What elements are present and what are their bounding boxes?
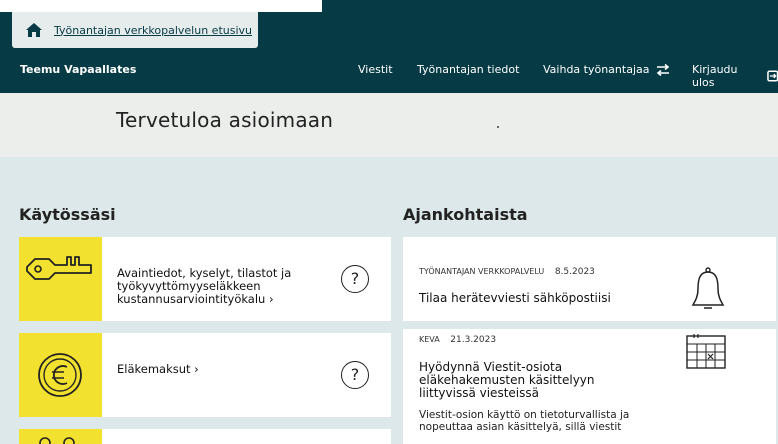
news-item-1-headline[interactable]: Tilaa herätevviesti sähköpostiisi [419,292,611,305]
service-card-key-info[interactable]: Avaintiedot, kyselyt, tilastot ja työkyv… [19,237,391,321]
logout-icon [766,70,778,82]
calendar-icon [686,334,726,369]
news-item-1-source: TYÖNANTAJAN VERKKOPALVELU [419,267,545,276]
euro-icon [38,353,82,397]
news-item-1-date: 8.5.2023 [554,267,595,277]
news-item-2-headline-line-3[interactable]: liittyvissä viesteissä [419,387,595,400]
card-pension-payments-label[interactable]: Eläkemaksut › [117,363,199,376]
service-card-third[interactable] [19,429,391,444]
news-heading: Ajankohtaista [403,205,528,224]
user-name: Teemu Vapaallates [20,63,137,76]
service-card-pension-payments[interactable]: Eläkemaksut › ? [19,333,391,417]
nav-switch-employer[interactable]: Vaihda työnantajaa [543,63,670,76]
news-item-1-meta: TYÖNANTAJAN VERKKOPALVELU 8.5.2023 [419,267,595,277]
news-item-2-headline[interactable]: Hyödynnä Viestit-osiota eläkehakemusten … [419,361,595,400]
news-panel: TYÖNANTAJAN VERKKOPALVELU 8.5.2023 Tilaa… [403,237,776,444]
help-button[interactable]: ? [341,361,369,389]
card-key-info-label[interactable]: Avaintiedot, kyselyt, tilastot ja työkyv… [117,267,291,306]
news-divider [403,321,776,329]
nav-row: Teemu Vapaallates Viestit Työnantajan ti… [0,58,778,89]
nav-switch-employer-label[interactable]: Vaihda työnantajaa [543,63,650,76]
swap-icon [656,63,669,76]
home-link[interactable]: Työnantajan verkkopalvelun etusivu [12,12,258,48]
nav-messages[interactable]: Viestit [358,63,393,76]
top-header: Työnantajan verkkopalvelun etusivu Teemu… [0,0,778,93]
in-use-heading: Käytössäsi [19,205,116,224]
home-link-label[interactable]: Työnantajan verkkopalvelun etusivu [54,24,252,37]
bell-icon [691,267,725,309]
card-thumb [19,429,102,444]
home-icon [26,23,42,37]
news-item-2-date: 21.3.2023 [450,335,497,345]
nav-employer-info[interactable]: Työnantajan tiedot [417,63,519,76]
decorative-dot [497,126,499,128]
people-icon [39,437,75,444]
card-thumb [19,237,102,321]
nav-employer-info-label[interactable]: Työnantajan tiedot [417,63,519,76]
key-icon [26,256,92,280]
news-item-2-body-line-2: nopeuttaa asian käsittelyä, sillä viesti… [419,421,622,433]
news-item-2-body-line-1: Viestit-osion käyttö on tietoturvallista… [419,409,630,421]
welcome-banner: Tervetuloa asioimaan [0,93,778,157]
top-strip [0,0,778,12]
news-item-2-source: KEVA [419,335,440,344]
help-button[interactable]: ? [341,265,369,293]
page-title: Tervetuloa asioimaan [116,108,334,132]
nav-messages-label[interactable]: Viestit [358,63,393,76]
card-thumb [19,333,102,417]
nav-logout[interactable]: Kirjaudu ulos [692,63,778,89]
news-item-2-body: Viestit-osion käyttö on tietoturvallista… [419,409,659,433]
nav-logout-label[interactable]: Kirjaudu ulos [692,63,761,89]
card-key-info-label-line-3[interactable]: kustannusarviointityökalu › [117,293,291,306]
news-item-2-meta: KEVA 21.3.2023 [419,335,496,345]
